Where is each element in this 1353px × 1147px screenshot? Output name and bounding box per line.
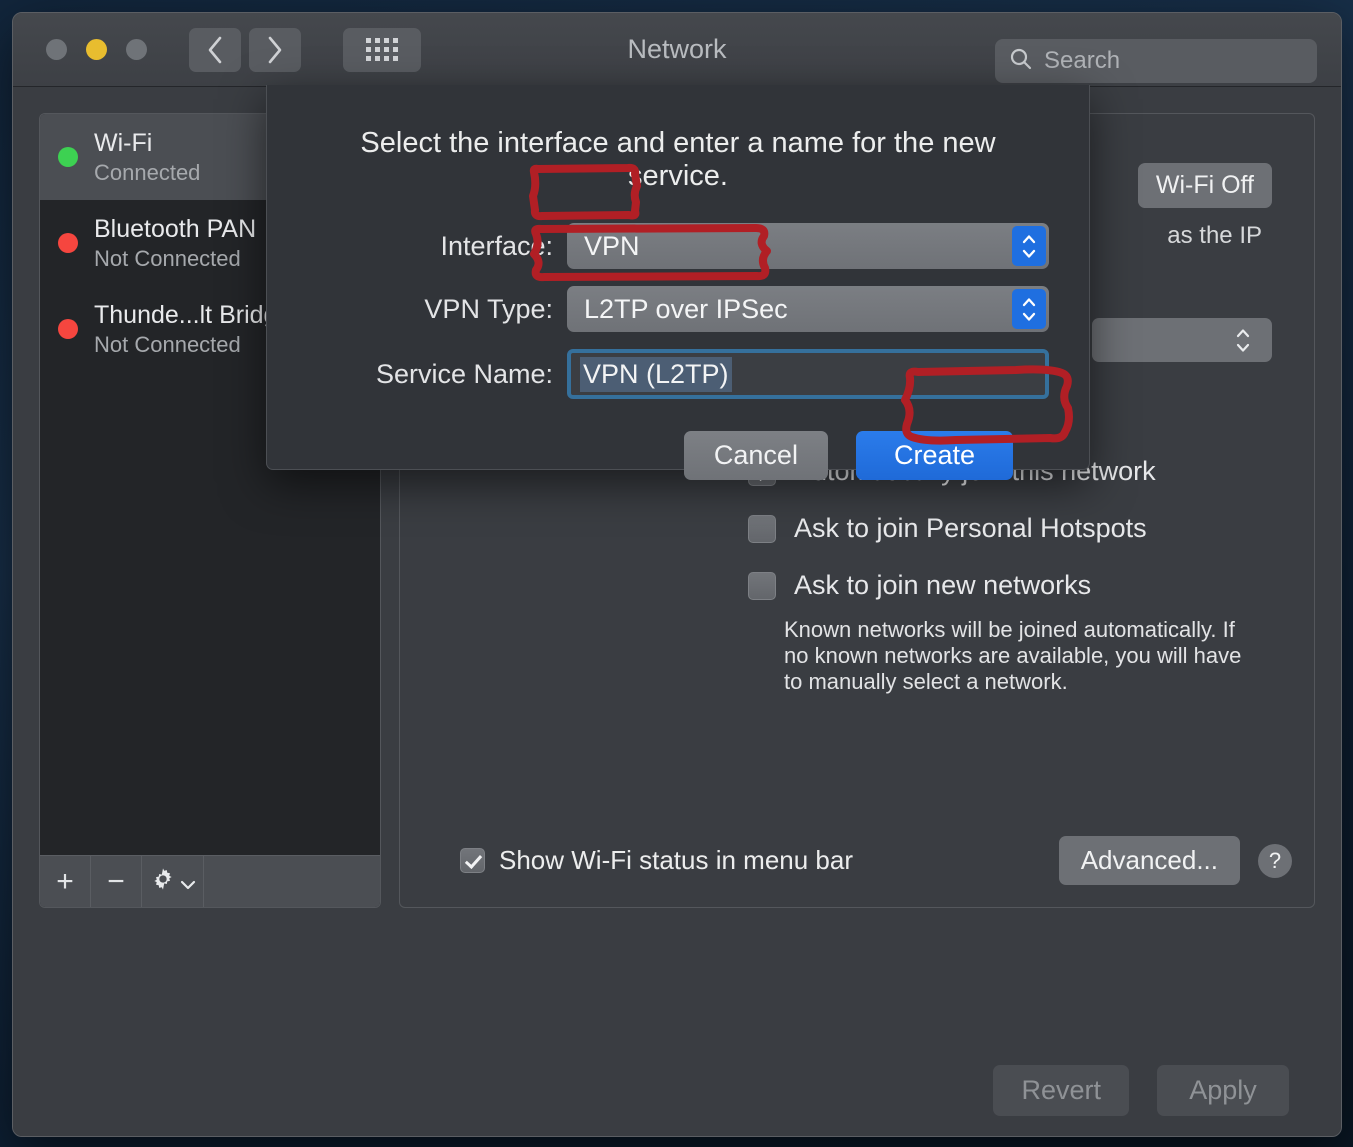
checkbox-icon[interactable]	[748, 514, 776, 543]
search-icon	[1009, 47, 1033, 76]
zoom-button-icon[interactable]	[126, 39, 147, 60]
interface-label: Interface:	[440, 230, 553, 261]
stepper-icon[interactable]	[1012, 289, 1046, 329]
traffic-light-group	[46, 39, 147, 60]
checkbox-row-personal-hotspots[interactable]: Ask to join Personal Hotspots	[748, 513, 1284, 544]
turn-wifi-off-button[interactable]: Wi-Fi Off	[1137, 163, 1272, 208]
back-button[interactable]	[189, 27, 241, 72]
service-name: Wi-Fi	[94, 128, 153, 157]
window-action-bar: Revert Apply	[39, 1044, 1315, 1136]
service-name-input[interactable]: VPN (L2TP)	[567, 349, 1049, 399]
networks-hint-text: Known networks will be joined automatica…	[784, 617, 1242, 694]
status-led-icon	[58, 147, 78, 167]
vpn-type-label: VPN Type:	[424, 293, 553, 324]
search-placeholder: Search	[1044, 47, 1121, 74]
checkbox-icon[interactable]	[460, 848, 485, 873]
sheet-title: Select the interface and enter a name fo…	[360, 127, 996, 192]
service-name-label: Service Name:	[375, 358, 553, 389]
checkbox-label: Ask to join new networks	[794, 570, 1092, 600]
network-name-popup[interactable]	[1092, 318, 1272, 362]
window-titlebar: Network Search	[13, 13, 1341, 87]
service-status: Not Connected	[94, 245, 241, 271]
stepper-icon	[1226, 320, 1260, 360]
checkbox-label: Show Wi-Fi status in menu bar	[499, 845, 854, 875]
checkbox-row-show-status[interactable]: Show Wi-Fi status in menu bar	[460, 845, 853, 876]
status-led-icon	[58, 319, 78, 339]
service-status: Connected	[94, 159, 201, 185]
service-text: Bluetooth PAN Not Connected	[94, 215, 256, 272]
chevron-left-icon	[206, 35, 224, 65]
minimize-button-icon[interactable]	[86, 39, 107, 60]
cancel-button[interactable]: Cancel	[683, 431, 828, 480]
remove-service-button[interactable]: −	[91, 856, 142, 907]
chevron-right-icon	[266, 35, 284, 65]
close-button-icon[interactable]	[46, 39, 67, 60]
service-name-value: VPN (L2TP)	[580, 356, 732, 392]
advanced-button[interactable]: Advanced...	[1058, 836, 1240, 885]
service-name: Bluetooth PAN	[94, 214, 257, 243]
form-row-service-name: Service Name: VPN (L2TP)	[307, 349, 1049, 399]
forward-button[interactable]	[249, 27, 301, 72]
checkbox-label: Ask to join Personal Hotspots	[794, 513, 1147, 543]
status-led-icon	[58, 233, 78, 253]
checkbox-icon[interactable]	[748, 571, 776, 600]
interface-value: VPN	[584, 230, 640, 261]
search-input[interactable]: Search	[995, 39, 1317, 83]
interface-popup-button[interactable]: VPN	[567, 223, 1049, 269]
apply-button[interactable]: Apply	[1157, 1064, 1289, 1116]
new-service-sheet: Select the interface and enter a name fo…	[266, 85, 1090, 480]
footer-actions: Advanced... ?	[1058, 836, 1292, 885]
help-button[interactable]: ?	[1258, 843, 1292, 878]
stepper-icon[interactable]	[1012, 226, 1046, 266]
revert-button[interactable]: Revert	[993, 1064, 1129, 1116]
ip-status-text: as the IP	[1167, 222, 1262, 249]
sheet-button-row: Cancel Create	[307, 431, 1049, 480]
navigation-buttons	[189, 27, 301, 72]
service-actions-menu-button[interactable]	[142, 856, 204, 907]
chevron-down-icon	[180, 867, 196, 897]
create-button[interactable]: Create	[855, 431, 1013, 480]
grid-icon	[366, 38, 398, 61]
vpn-type-popup-button[interactable]: L2TP over IPSec	[567, 286, 1049, 332]
service-list-toolbar: + −	[40, 855, 380, 907]
service-status: Not Connected	[94, 331, 241, 357]
service-text: Thunde...lt Bridge Not Connected	[94, 301, 291, 358]
vpn-type-value: L2TP over IPSec	[584, 293, 788, 324]
gear-icon	[150, 866, 176, 898]
form-row-vpn-type: VPN Type: L2TP over IPSec	[307, 286, 1049, 332]
show-all-preferences-button[interactable]	[343, 27, 421, 72]
add-service-button[interactable]: +	[40, 856, 91, 907]
form-row-interface: Interface: VPN	[307, 223, 1049, 269]
pane-footer: Show Wi-Fi status in menu bar Advanced..…	[430, 836, 1292, 885]
service-name: Thunde...lt Bridge	[94, 300, 292, 329]
checkbox-row-new-networks[interactable]: Ask to join new networks	[748, 570, 1284, 601]
service-text: Wi-Fi Connected	[94, 129, 200, 186]
